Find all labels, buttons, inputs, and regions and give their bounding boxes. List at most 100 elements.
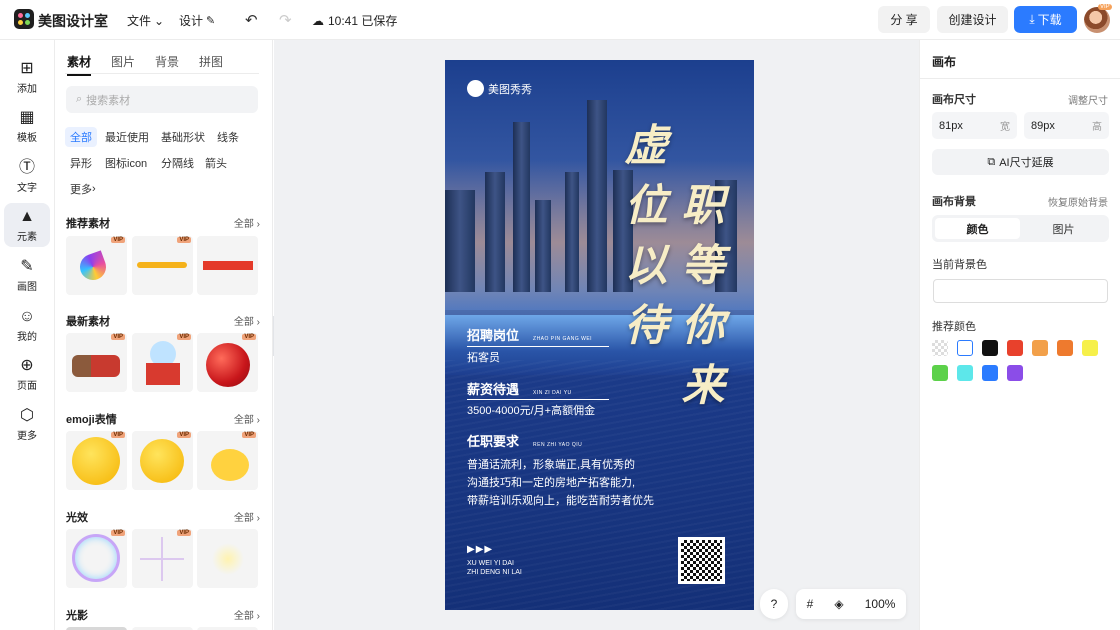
color-swatch[interactable]	[982, 340, 998, 356]
ai-extend-button[interactable]: ⧉ AI尺寸延展	[932, 149, 1109, 175]
edit-icon: ✎	[206, 15, 216, 27]
rail-label: 模板	[17, 132, 37, 144]
chip-icons[interactable]: 图标icon	[100, 153, 152, 173]
see-all-link[interactable]: 全部 ›	[234, 509, 260, 525]
rail-item-page[interactable]: ⊕ 页面	[4, 352, 50, 396]
canvas-toolbar: # ◈ 100%	[796, 589, 906, 619]
asset-glow[interactable]	[197, 529, 258, 588]
redo-icon[interactable]: ↷	[279, 11, 292, 29]
asset-panel: 素材 图片 背景 拼图 ⌕ 搜索素材 全部 最近使用 基础形状 线条 异形 图标i…	[55, 40, 273, 630]
avatar[interactable]	[1084, 7, 1110, 33]
create-design-button[interactable]: 创建设计	[937, 6, 1008, 33]
file-menu[interactable]: 文件 ⌄	[127, 12, 164, 29]
current-color-field[interactable]	[933, 279, 1108, 303]
rail-item-text[interactable]: Ⓣ 文字	[4, 154, 50, 198]
layers-icon[interactable]: ◈	[834, 597, 843, 611]
height-field[interactable]: 89px 高	[1024, 112, 1109, 139]
color-swatch[interactable]	[957, 340, 973, 356]
see-all-link[interactable]: 全部 ›	[234, 313, 260, 329]
asset-reindeer-sleigh[interactable]: VIP	[66, 333, 127, 392]
color-swatch[interactable]	[932, 340, 948, 356]
asset-yellow-brush[interactable]: VIP	[132, 236, 193, 295]
headline-char: 虚	[624, 121, 668, 171]
section-recommended: 推荐素材 全部 ›	[66, 215, 260, 231]
cube-icon: ⬡	[20, 406, 34, 424]
element-icon: ▲	[19, 207, 35, 225]
chip-all[interactable]: 全部	[65, 127, 97, 147]
rail-label: 元素	[17, 231, 37, 243]
asset-red-bar[interactable]	[197, 236, 258, 295]
asset-party-popper[interactable]: VIP	[66, 236, 127, 295]
width-field[interactable]: 81px 宽	[932, 112, 1017, 139]
share-button[interactable]: 分 享	[878, 6, 930, 33]
chip-dividers[interactable]: 分隔线	[156, 153, 199, 173]
asset-apple[interactable]: VIP	[197, 333, 258, 392]
rail-item-more[interactable]: ⬡ 更多	[4, 402, 50, 446]
see-all-link[interactable]: 全部 ›	[234, 607, 260, 623]
segment-color[interactable]: 颜色	[935, 218, 1020, 239]
search-icon: ⌕	[76, 93, 83, 105]
see-all-label: 全部	[233, 317, 254, 328]
plus-icon: ⊞	[20, 59, 34, 77]
background-type-toggle: 颜色 图片	[932, 215, 1109, 242]
chip-basic-shapes[interactable]: 基础形状	[156, 127, 210, 147]
salary-title: 薪资待遇	[467, 382, 520, 397]
asset-thinking-emoji[interactable]: VIP	[132, 431, 193, 490]
see-all-link[interactable]: 全部 ›	[234, 215, 260, 231]
vip-badge: VIP	[177, 237, 191, 243]
chip-more[interactable]: 更多 ›	[65, 179, 101, 199]
section-title: emoji表情	[66, 414, 117, 426]
help-button[interactable]: ?	[760, 589, 788, 619]
template-icon: ▦	[19, 108, 35, 126]
qr-code-icon	[678, 537, 725, 584]
asset-chick-emoji[interactable]: VIP	[197, 431, 258, 490]
section-title: 光影	[66, 610, 88, 622]
color-swatch[interactable]	[1082, 340, 1098, 356]
color-swatch[interactable]	[982, 365, 998, 381]
recommended-colors-label: 推荐颜色	[932, 321, 976, 333]
color-swatch[interactable]	[1007, 365, 1023, 381]
grid-icon[interactable]: #	[807, 597, 814, 611]
asset-snow-globe-gift[interactable]: VIP	[132, 333, 193, 392]
color-swatch[interactable]	[1007, 340, 1023, 356]
color-swatch[interactable]	[1057, 340, 1073, 356]
asset-bubble[interactable]: VIP	[66, 529, 127, 588]
color-swatch[interactable]	[957, 365, 973, 381]
save-status: ☁ 10:41 已保存	[312, 12, 397, 29]
search-input[interactable]: ⌕ 搜索素材	[66, 86, 258, 113]
panel-divider	[920, 78, 1120, 79]
headline-char: 来	[681, 361, 725, 411]
zoom-level[interactable]: 100%	[865, 597, 896, 611]
asset-sparkle[interactable]: VIP	[132, 529, 193, 588]
job-value: 拓客员	[467, 352, 500, 364]
poster-canvas[interactable]: 美图秀秀 虚 位 以 待 职 等 你 来 招聘岗位 ZHAO PIN GANG W…	[445, 60, 754, 610]
asset-shocked-emoji[interactable]: VIP	[66, 431, 127, 490]
height-value: 89px	[1031, 119, 1055, 132]
design-menu[interactable]: 设计 ✎	[179, 12, 215, 29]
rail-item-mine[interactable]: ☺ 我的	[4, 303, 50, 347]
section-light-shadow: 光影 全部 ›	[66, 607, 260, 623]
rail-item-template[interactable]: ▦ 模板	[4, 104, 50, 148]
poster-building	[535, 200, 551, 292]
restore-background-link[interactable]: 恢复原始背景	[1048, 194, 1108, 209]
rail-item-draw[interactable]: ✎ 画图	[4, 253, 50, 297]
download-label: 下载	[1037, 13, 1062, 27]
color-swatch[interactable]	[932, 365, 948, 381]
section-latest: 最新素材 全部 ›	[66, 313, 260, 329]
see-all-link[interactable]: 全部 ›	[234, 411, 260, 427]
chip-arrows[interactable]: 箭头	[200, 153, 232, 173]
rail-item-element[interactable]: ▲ 元素	[4, 203, 50, 247]
chip-recent[interactable]: 最近使用	[100, 127, 154, 147]
background-label: 画布背景	[932, 196, 976, 208]
chip-lines[interactable]: 线条	[212, 127, 244, 147]
footer-line: XU WEI YI DAI	[467, 560, 514, 567]
undo-icon[interactable]: ↶	[245, 11, 258, 29]
rail-label: 我的	[17, 331, 37, 343]
segment-image[interactable]: 图片	[1021, 218, 1106, 239]
color-swatch[interactable]	[1032, 340, 1048, 356]
download-button[interactable]: ⤓ 下载	[1014, 6, 1077, 33]
chip-irregular[interactable]: 异形	[65, 153, 97, 173]
rail-item-add[interactable]: ⊞ 添加	[4, 55, 50, 99]
requirement-line: 沟通技巧和一定的房地产拓客能力,	[467, 477, 636, 489]
resize-link[interactable]: 调整尺寸	[1068, 92, 1108, 107]
